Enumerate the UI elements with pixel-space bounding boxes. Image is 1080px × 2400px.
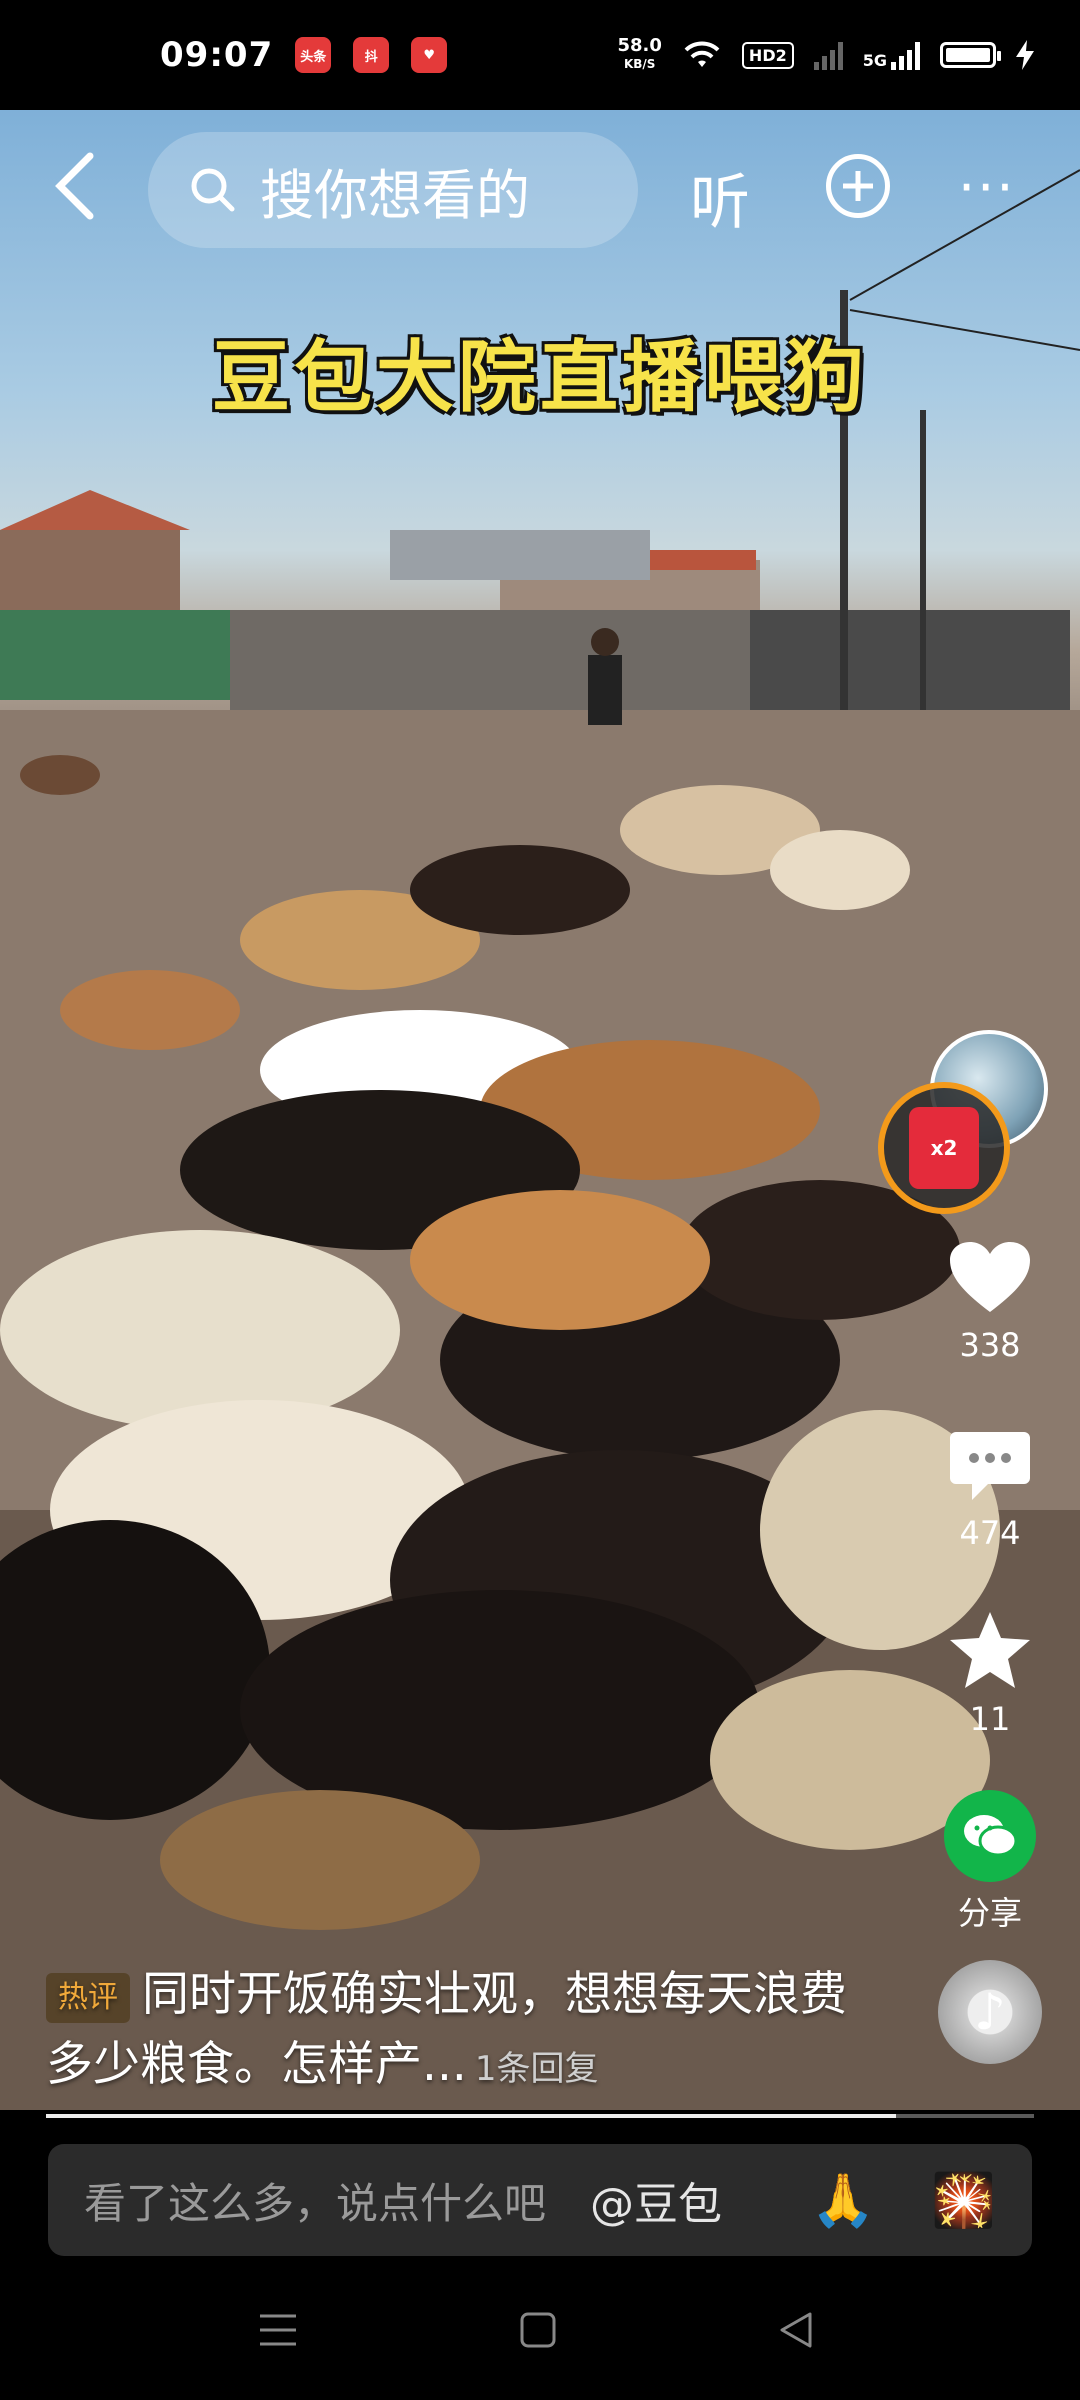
toutiao-app-icon: 头条	[295, 37, 332, 73]
video-title-overlay: 豆包大院直播喂狗	[211, 333, 868, 423]
music-note-icon: ♪	[938, 1960, 1042, 2064]
share-button[interactable]: 分享	[930, 1790, 1050, 1934]
hot-comment[interactable]: 热评 同时开饭确实壮观，想想每天浪费多少粮食。怎样产... 1条回复	[46, 1960, 866, 2104]
music-disc[interactable]: ♪	[930, 1960, 1050, 2064]
network-type-label: 5G	[862, 51, 887, 70]
douyin-app-icon: 抖	[353, 37, 390, 73]
red-packet-multiplier: x2	[930, 1136, 958, 1160]
search-icon	[191, 168, 235, 212]
search-placeholder: 搜你想看的	[260, 163, 530, 227]
status-bar: 09:07 头条 抖 ♥ 58.0 KB/S HD2 5G	[0, 0, 1080, 110]
more-options-icon[interactable]: ···	[958, 156, 1016, 219]
mention-doubao-button[interactable]: @豆包	[590, 2168, 722, 2232]
hd-voice-badge: HD2	[741, 41, 794, 69]
signal-strength-sim2-icon	[891, 40, 920, 70]
status-time: 09:07	[160, 35, 274, 75]
comment-input-bar[interactable]: 看了这么多，说点什么吧 @豆包 🙏 🎇	[48, 2144, 1032, 2256]
comment-input[interactable]: 看了这么多，说点什么吧	[84, 2170, 546, 2231]
share-label: 分享	[957, 1894, 1022, 1932]
like-count: 338	[959, 1326, 1021, 1364]
home-nav-icon[interactable]	[520, 2312, 556, 2348]
wifi-icon	[684, 41, 720, 67]
red-packet-button[interactable]: x2	[878, 1082, 1010, 1214]
pray-emoji-button[interactable]: 🙏	[811, 2170, 876, 2231]
top-bar: 搜你想看的 听 ···	[0, 128, 1080, 248]
progress-fill	[46, 2114, 896, 2118]
like-button[interactable]: 338	[930, 1240, 1050, 1364]
comment-icon	[950, 1432, 1030, 1500]
star-icon	[950, 1612, 1030, 1688]
heart-icon	[950, 1242, 1030, 1312]
favorite-count: 11	[969, 1700, 1011, 1738]
red-packet-icon: x2	[909, 1107, 979, 1189]
add-icon[interactable]	[826, 154, 890, 218]
system-nav-bar	[0, 2256, 1080, 2400]
network-speed: 58.0 KB/S	[618, 37, 662, 73]
menu-nav-icon[interactable]	[258, 2312, 298, 2348]
firework-emoji-button[interactable]: 🎇	[931, 2170, 996, 2231]
hot-comment-text: 同时开饭确实壮观，想想每天浪费多少粮食。怎样产...	[46, 1967, 847, 2092]
reply-count-link[interactable]: 1条回复	[475, 2049, 599, 2089]
heart-app-icon: ♥	[411, 37, 448, 73]
back-nav-icon[interactable]	[778, 2312, 814, 2348]
network-speed-unit: KB/S	[623, 57, 656, 71]
hot-comment-tag: 热评	[46, 1972, 130, 2023]
charging-icon	[1016, 40, 1034, 70]
favorite-button[interactable]: 11	[930, 1610, 1050, 1738]
listen-button[interactable]: 听	[690, 154, 750, 241]
network-speed-value: 58.0	[617, 35, 662, 56]
comment-count: 474	[959, 1514, 1021, 1552]
battery-icon	[940, 42, 1001, 68]
video-progress-bar[interactable]	[46, 2114, 1034, 2118]
search-box[interactable]: 搜你想看的	[148, 132, 638, 248]
signal-strength-sim1-icon	[813, 40, 843, 70]
wechat-share-icon	[944, 1790, 1036, 1882]
comment-button[interactable]: 474	[930, 1428, 1050, 1552]
back-arrow-icon[interactable]	[44, 146, 114, 226]
